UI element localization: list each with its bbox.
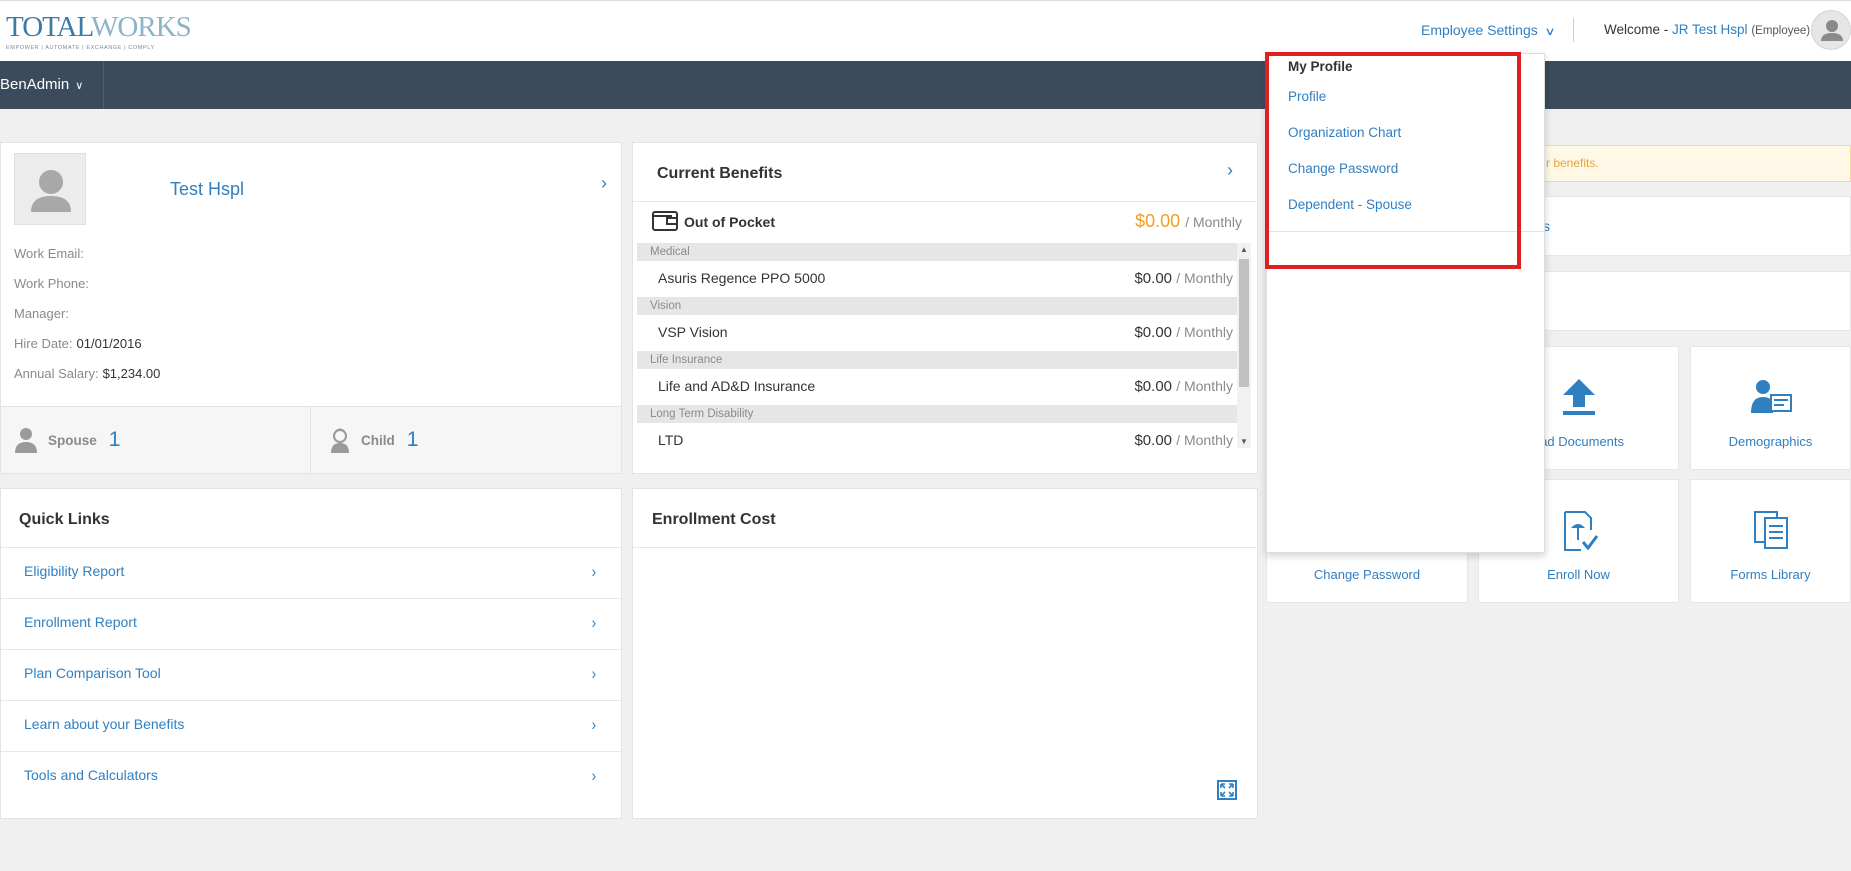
benefit-row: Life and AD&D Insurance$0.00 / Monthly (637, 369, 1237, 405)
scroll-up-arrow-icon[interactable]: ▲ (1240, 245, 1248, 254)
benefit-category: Vision (637, 297, 1237, 315)
benefit-category: Life Insurance (637, 351, 1237, 369)
header-divider (1573, 18, 1574, 42)
enrollment-cost-title: Enrollment Cost (652, 511, 776, 529)
benefit-row: Asuris Regence PPO 5000$0.00 / Monthly (637, 261, 1237, 297)
profile-name[interactable]: Test Hspl (170, 179, 244, 200)
out-of-pocket-row: Out of Pocket $0.00 / Monthly (652, 211, 1242, 235)
fullscreen-arrows-icon (1219, 782, 1235, 798)
menu-divider (1267, 231, 1544, 232)
enrollment-notice: r benefits. (1520, 145, 1851, 182)
logo-tagline: EMPOWER | AUTOMATE | EXCHANGE | COMPLY (6, 45, 191, 51)
chevron-right-icon[interactable]: › (1227, 160, 1233, 181)
benefit-category: Medical (637, 243, 1237, 261)
out-of-pocket-amount: $0.00 (1135, 211, 1180, 231)
upload-icon (1559, 377, 1599, 417)
benefit-category: Long Term Disability (637, 405, 1237, 423)
benefit-row: LTD$0.00 / Monthly (637, 423, 1237, 448)
quick-link-item[interactable]: Learn about your Benefits› (1, 700, 621, 751)
spouse-icon (14, 426, 38, 454)
child-icon (329, 426, 351, 454)
benefits-scrollbar[interactable]: ▲ ▼ (1237, 243, 1251, 448)
chevron-right-icon: › (592, 766, 597, 786)
right-panel-row (1520, 271, 1851, 331)
menu-item-dependent-spouse[interactable]: Dependent - Spouse (1288, 197, 1412, 212)
quick-link-item[interactable]: Tools and Calculators› (1, 751, 621, 802)
expand-icon[interactable] (1217, 780, 1237, 800)
right-panel-row[interactable]: s (1520, 196, 1851, 256)
user-avatar[interactable] (1811, 10, 1851, 50)
chevron-right-icon[interactable]: › (601, 173, 607, 194)
employee-settings-dropdown: My Profile Profile Organization Chart Ch… (1266, 53, 1545, 553)
employee-settings-menu[interactable]: Employee Settings ∨ (1421, 22, 1554, 38)
annual-salary-row: Annual Salary:$1,234.00 (14, 366, 160, 381)
scroll-thumb[interactable] (1239, 259, 1249, 387)
demographics-tile[interactable]: Demographics (1690, 346, 1851, 470)
forms-library-tile[interactable]: Forms Library (1690, 479, 1851, 603)
hire-date-row: Hire Date:01/01/2016 (14, 336, 142, 351)
quick-link-item[interactable]: Eligibility Report› (1, 547, 621, 598)
wallet-icon (652, 211, 678, 231)
documents-icon (1751, 510, 1791, 550)
quick-links-title: Quick Links (19, 511, 110, 529)
menu-item-change-password[interactable]: Change Password (1288, 161, 1398, 176)
manager-row: Manager: (14, 306, 73, 321)
totalworks-logo[interactable]: TOTALWORKS EMPOWER | AUTOMATE | EXCHANGE… (6, 13, 191, 51)
benefit-row: VSP Vision$0.00 / Monthly (637, 315, 1237, 351)
benefits-list[interactable]: Medical Asuris Regence PPO 5000$0.00 / M… (637, 243, 1237, 448)
current-benefits-card: Current Benefits › Out of Pocket $0.00 /… (632, 142, 1258, 474)
enrollment-cost-card: Enrollment Cost (632, 488, 1258, 819)
chevron-down-icon: ∨ (1544, 25, 1555, 38)
profile-photo (14, 153, 86, 225)
employee-settings-label: Employee Settings (1421, 22, 1538, 38)
main-navbar: BenAdmin∨ (0, 61, 1851, 109)
quick-links-card: Quick Links Eligibility Report› Enrollme… (0, 488, 622, 819)
scroll-down-arrow-icon[interactable]: ▼ (1240, 437, 1248, 446)
my-profile-header: My Profile (1288, 59, 1353, 74)
chevron-right-icon: › (592, 562, 597, 582)
enroll-icon (1559, 510, 1599, 552)
user-icon (1812, 11, 1851, 50)
title-divider (633, 547, 1257, 548)
menu-item-organization-chart[interactable]: Organization Chart (1288, 125, 1401, 140)
child-count[interactable]: Child 1 (329, 425, 418, 455)
menu-item-profile[interactable]: Profile (1288, 89, 1326, 104)
nav-benadmin[interactable]: BenAdmin∨ (0, 61, 104, 109)
chevron-down-icon: ∨ (75, 62, 83, 110)
welcome-text: Welcome - JR Test Hspl (Employee) (1604, 22, 1810, 37)
id-card-icon (1749, 377, 1793, 417)
dependents-bar: Spouse 1 Child 1 (1, 406, 621, 473)
quick-link-item[interactable]: Enrollment Report› (1, 598, 621, 649)
current-benefits-title: Current Benefits (657, 165, 782, 183)
work-email-row: Work Email: (14, 246, 88, 261)
profile-card: Test Hspl › Work Email: Work Phone: Mana… (0, 142, 622, 474)
spouse-count[interactable]: Spouse 1 (14, 425, 120, 455)
user-icon (15, 154, 87, 226)
chevron-right-icon: › (592, 664, 597, 684)
top-header: TOTALWORKS EMPOWER | AUTOMATE | EXCHANGE… (0, 0, 1851, 61)
user-name-link[interactable]: JR Test Hspl (1672, 22, 1748, 37)
chevron-right-icon: › (592, 613, 597, 633)
logo-wordmark: TOTALWORKS (6, 13, 191, 42)
quick-link-item[interactable]: Plan Comparison Tool› (1, 649, 621, 700)
title-divider (633, 201, 1257, 202)
work-phone-row: Work Phone: (14, 276, 93, 291)
dependents-divider (310, 407, 311, 473)
chevron-right-icon: › (592, 715, 597, 735)
